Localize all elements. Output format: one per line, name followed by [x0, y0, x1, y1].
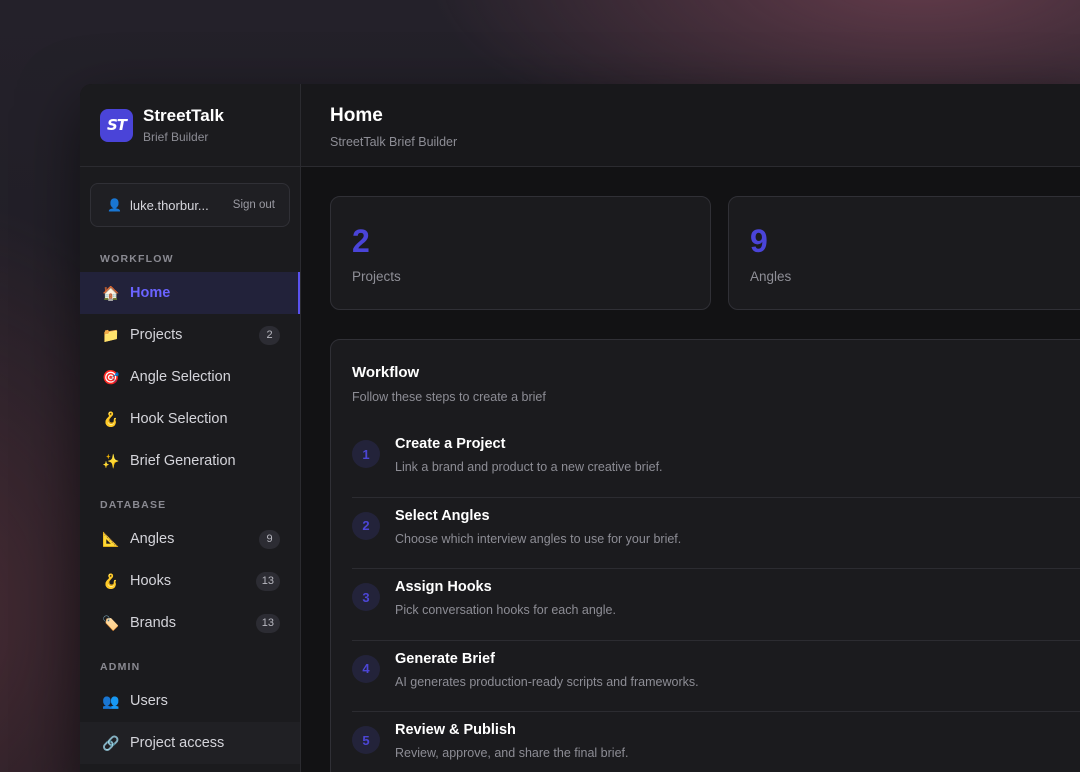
sidebar-item-label: Home — [130, 285, 171, 301]
workflow-card: Workflow Follow these steps to create a … — [330, 339, 1080, 772]
step-number: 5 — [352, 726, 380, 754]
database-nav: 📐 Angles 9 🪝 Hooks 13 🏷️ Brands 13 — [80, 518, 300, 644]
brand-subtitle: Brief Builder — [143, 130, 209, 144]
admin-nav: 👥 Users 🔗 Project access — [80, 680, 300, 764]
house-icon: 🏠 — [102, 284, 120, 301]
sidebar-item-angle-selection[interactable]: 🎯 Angle Selection — [80, 356, 300, 398]
workflow-step[interactable]: 2 Select Angles Choose which interview a… — [352, 498, 1080, 569]
step-title: Select Angles — [395, 507, 490, 524]
sidebar: ST StreetTalk Brief Builder 👤 luke.thorb… — [80, 84, 301, 772]
step-body: Create a Project Link a brand and produc… — [395, 436, 663, 474]
workflow-subtitle: Follow these steps to create a brief — [352, 390, 546, 404]
stat-card-projects[interactable]: 2 Projects — [330, 196, 711, 310]
triangle-ruler-icon: 📐 — [102, 530, 120, 547]
section-label-admin: ADMIN — [100, 661, 141, 673]
workflow-nav: 🏠 Home 📁 Projects 2 🎯 Angle Selection 🪝 … — [80, 272, 300, 482]
step-title: Create a Project — [395, 436, 506, 452]
workflow-steps: 1 Create a Project Link a brand and prod… — [352, 426, 1080, 772]
sparkles-icon: ✨ — [102, 452, 120, 469]
sidebar-item-label: Hooks — [130, 573, 172, 589]
user-name: luke.thorbur... — [130, 197, 209, 213]
brand-name: StreetTalk — [143, 106, 224, 125]
target-icon: 🎯 — [102, 368, 120, 385]
stat-label: Angles — [750, 269, 792, 284]
user-icon: 👤 — [107, 198, 122, 212]
hook-icon: 🪝 — [102, 410, 120, 427]
step-body: Select Angles Choose which interview ang… — [395, 508, 681, 546]
workflow-step[interactable]: 3 Assign Hooks Pick conversation hooks f… — [352, 569, 1080, 641]
step-body: Review & Publish Review, approve, and sh… — [395, 722, 628, 760]
workflow-title: Workflow — [352, 364, 420, 381]
count-badge: 13 — [255, 571, 280, 591]
sidebar-item-label: Brief Generation — [130, 453, 236, 469]
stat-value: 9 — [750, 223, 768, 259]
link-icon: 🔗 — [102, 734, 120, 751]
step-description: Review, approve, and share the final bri… — [395, 746, 629, 760]
sidebar-item-users[interactable]: 👥 Users — [80, 680, 300, 722]
step-number: 3 — [352, 583, 380, 611]
step-description: AI generates production-ready scripts an… — [395, 674, 699, 689]
step-body: Assign Hooks Pick conversation hooks for… — [395, 579, 616, 617]
sidebar-item-label: Angles — [130, 531, 175, 547]
step-body: Generate Brief AI generates production-r… — [395, 651, 699, 689]
sidebar-item-label: Angle Selection — [130, 369, 231, 385]
sidebar-item-project-access[interactable]: 🔗 Project access — [80, 722, 300, 764]
step-description: Link a brand and product to a new creati… — [395, 460, 663, 474]
count-badge: 2 — [259, 325, 280, 345]
section-label-workflow: WORKFLOW — [100, 253, 174, 265]
app-window: ST StreetTalk Brief Builder 👤 luke.thorb… — [80, 84, 1080, 772]
count-badge: 9 — [259, 529, 280, 549]
workflow-step[interactable]: 1 Create a Project Link a brand and prod… — [352, 426, 1080, 498]
sidebar-item-home[interactable]: 🏠 Home — [80, 272, 300, 314]
stat-value: 2 — [352, 223, 370, 259]
workflow-step[interactable]: 5 Review & Publish Review, approve, and … — [352, 712, 1080, 772]
brand-header: ST StreetTalk Brief Builder — [80, 84, 300, 167]
sidebar-item-brief-generation[interactable]: ✨ Brief Generation — [80, 440, 300, 482]
step-title: Generate Brief — [395, 650, 495, 667]
sidebar-item-label: Hook Selection — [130, 411, 228, 427]
stats-row: 2 Projects 9 Angles — [330, 196, 1080, 310]
sidebar-item-label: Project access — [130, 735, 225, 751]
workflow-step[interactable]: 4 Generate Brief AI generates production… — [352, 641, 1080, 712]
page-subtitle: StreetTalk Brief Builder — [330, 135, 458, 149]
sidebar-item-label: Projects — [130, 327, 183, 343]
hook-icon: 🪝 — [102, 572, 120, 589]
step-number: 2 — [352, 511, 380, 540]
sidebar-item-label: Users — [130, 693, 168, 709]
step-number: 1 — [352, 440, 380, 468]
sidebar-item-hook-selection[interactable]: 🪝 Hook Selection — [80, 398, 300, 440]
sign-out-button[interactable]: Sign out — [233, 199, 275, 211]
count-badge: 13 — [255, 613, 280, 633]
sidebar-item-label: Brands — [130, 615, 176, 631]
stat-card-angles[interactable]: 9 Angles — [728, 196, 1080, 310]
sidebar-item-brands[interactable]: 🏷️ Brands 13 — [80, 602, 300, 644]
folder-icon: 📁 — [102, 326, 120, 343]
sidebar-item-projects[interactable]: 📁 Projects 2 — [80, 314, 300, 356]
stat-label: Projects — [352, 269, 401, 284]
page-header: Home StreetTalk Brief Builder — [301, 84, 1080, 167]
step-description: Choose which interview angles to use for… — [395, 531, 682, 546]
sidebar-item-hooks[interactable]: 🪝 Hooks 13 — [80, 560, 300, 602]
app-logo: ST — [100, 108, 133, 142]
brand-text: StreetTalk Brief Builder — [143, 106, 224, 144]
page-title: Home — [330, 105, 383, 126]
main-content: Home StreetTalk Brief Builder 2 Projects… — [301, 84, 1080, 772]
step-title: Review & Publish — [395, 722, 516, 738]
users-icon: 👥 — [102, 692, 120, 709]
user-box: 👤 luke.thorbur... Sign out — [90, 183, 290, 227]
step-number: 4 — [352, 654, 380, 683]
step-title: Assign Hooks — [395, 579, 492, 595]
step-description: Pick conversation hooks for each angle. — [395, 603, 616, 617]
section-label-database: DATABASE — [100, 499, 167, 511]
sidebar-item-angles[interactable]: 📐 Angles 9 — [80, 518, 300, 560]
label-tag-icon: 🏷️ — [102, 614, 120, 631]
